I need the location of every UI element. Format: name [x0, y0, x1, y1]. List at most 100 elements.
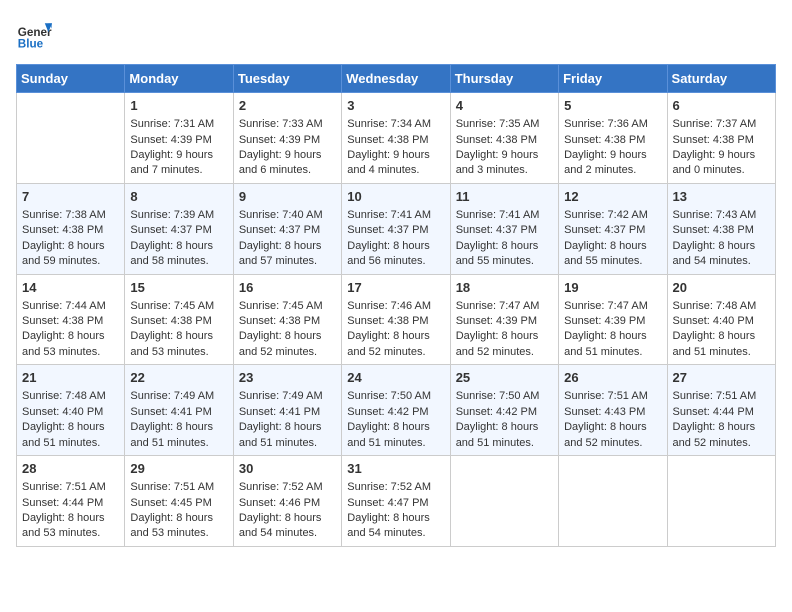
calendar-cell: 18Sunrise: 7:47 AMSunset: 4:39 PMDayligh… — [450, 274, 558, 365]
day-number: 23 — [239, 369, 336, 387]
calendar-cell: 27Sunrise: 7:51 AMSunset: 4:44 PMDayligh… — [667, 365, 775, 456]
day-info-line: Daylight: 8 hours — [347, 329, 444, 344]
day-number: 4 — [456, 97, 553, 115]
calendar-cell: 21Sunrise: 7:48 AMSunset: 4:40 PMDayligh… — [17, 365, 125, 456]
day-info-line: and 51 minutes. — [347, 436, 444, 451]
day-info-line: Sunrise: 7:52 AM — [239, 480, 336, 495]
day-info-line: Sunrise: 7:35 AM — [456, 117, 553, 132]
day-info-line: Sunrise: 7:41 AM — [456, 208, 553, 223]
calendar-cell: 11 Sunrise: 7:41 AMSunset: 4:37 PMDayligh… — [450, 183, 558, 274]
day-info-line: and 52 minutes. — [239, 345, 336, 360]
day-number: 8 — [130, 188, 227, 206]
day-info-line: Sunrise: 7:41 AM — [347, 208, 444, 223]
day-info-line: Daylight: 8 hours — [456, 239, 553, 254]
day-info-line: Daylight: 8 hours — [239, 239, 336, 254]
day-info-line: Daylight: 8 hours — [130, 420, 227, 435]
day-info-line: Sunset: 4:37 PM — [456, 223, 553, 238]
day-info-line: Sunset: 4:39 PM — [456, 314, 553, 329]
day-info-line: and 2 minutes. — [564, 163, 661, 178]
day-number: 13 — [673, 188, 770, 206]
day-info-line: Sunrise: 7:36 AM — [564, 117, 661, 132]
day-info-line: Daylight: 9 hours — [347, 148, 444, 163]
day-info-line: and 52 minutes. — [456, 345, 553, 360]
calendar-week-row: 14Sunrise: 7:44 AMSunset: 4:38 PMDayligh… — [17, 274, 776, 365]
calendar-cell: 17Sunrise: 7:46 AMSunset: 4:38 PMDayligh… — [342, 274, 450, 365]
calendar-cell: 30Sunrise: 7:52 AMSunset: 4:46 PMDayligh… — [233, 456, 341, 547]
day-info-line: Sunset: 4:43 PM — [564, 405, 661, 420]
day-info-line: Daylight: 8 hours — [130, 239, 227, 254]
day-number: 16 — [239, 279, 336, 297]
day-info-line: Daylight: 8 hours — [22, 420, 119, 435]
day-info-line: and 0 minutes. — [673, 163, 770, 178]
day-info-line: and 54 minutes. — [347, 526, 444, 541]
day-info-line: and 7 minutes. — [130, 163, 227, 178]
day-info-line: Sunset: 4:41 PM — [130, 405, 227, 420]
day-info-line: Sunrise: 7:34 AM — [347, 117, 444, 132]
svg-text:Blue: Blue — [18, 38, 44, 51]
calendar-cell: 9Sunrise: 7:40 AMSunset: 4:37 PMDaylight… — [233, 183, 341, 274]
calendar-cell: 15Sunrise: 7:45 AMSunset: 4:38 PMDayligh… — [125, 274, 233, 365]
day-number: 17 — [347, 279, 444, 297]
day-info-line: Sunrise: 7:37 AM — [673, 117, 770, 132]
day-info-line: Daylight: 8 hours — [347, 239, 444, 254]
day-info-line: Sunset: 4:37 PM — [347, 223, 444, 238]
day-info-line: Sunrise: 7:40 AM — [239, 208, 336, 223]
day-info-line: Sunset: 4:37 PM — [564, 223, 661, 238]
calendar-cell: 7Sunrise: 7:38 AMSunset: 4:38 PMDaylight… — [17, 183, 125, 274]
day-info-line: Sunset: 4:41 PM — [239, 405, 336, 420]
day-info-line: and 51 minutes. — [239, 436, 336, 451]
day-info-line: Daylight: 9 hours — [239, 148, 336, 163]
day-info-line: Daylight: 8 hours — [239, 329, 336, 344]
calendar-week-row: 21Sunrise: 7:48 AMSunset: 4:40 PMDayligh… — [17, 365, 776, 456]
day-info-line: and 56 minutes. — [347, 254, 444, 269]
day-number: 10 — [347, 188, 444, 206]
day-info-line: Sunset: 4:39 PM — [239, 133, 336, 148]
day-info-line: and 51 minutes. — [456, 436, 553, 451]
day-info-line: Sunset: 4:38 PM — [22, 223, 119, 238]
calendar-cell: 19Sunrise: 7:47 AMSunset: 4:39 PMDayligh… — [559, 274, 667, 365]
day-info-line: Sunset: 4:47 PM — [347, 496, 444, 511]
day-info-line: Sunrise: 7:47 AM — [456, 299, 553, 314]
day-info-line: Sunset: 4:38 PM — [673, 223, 770, 238]
day-info-line: Daylight: 8 hours — [130, 511, 227, 526]
day-info-line: and 58 minutes. — [130, 254, 227, 269]
day-info-line: Sunrise: 7:38 AM — [22, 208, 119, 223]
day-info-line: Sunset: 4:38 PM — [564, 133, 661, 148]
day-number: 28 — [22, 460, 119, 478]
day-info-line: Daylight: 8 hours — [564, 420, 661, 435]
day-number: 5 — [564, 97, 661, 115]
calendar-cell: 22Sunrise: 7:49 AMSunset: 4:41 PMDayligh… — [125, 365, 233, 456]
day-info-line: Sunrise: 7:51 AM — [130, 480, 227, 495]
day-number: 11 — [456, 188, 553, 206]
day-number: 15 — [130, 279, 227, 297]
weekday-header: Friday — [559, 65, 667, 93]
day-info-line: Daylight: 8 hours — [456, 420, 553, 435]
weekday-header: Monday — [125, 65, 233, 93]
day-info-line: and 53 minutes. — [22, 526, 119, 541]
calendar-week-row: 28Sunrise: 7:51 AMSunset: 4:44 PMDayligh… — [17, 456, 776, 547]
day-info-line: Sunset: 4:38 PM — [456, 133, 553, 148]
weekday-header: Sunday — [17, 65, 125, 93]
day-number: 26 — [564, 369, 661, 387]
day-info-line: Sunset: 4:45 PM — [130, 496, 227, 511]
day-info-line: Sunrise: 7:51 AM — [673, 389, 770, 404]
day-info-line: and 51 minutes. — [130, 436, 227, 451]
day-info-line: Sunrise: 7:51 AM — [22, 480, 119, 495]
day-info-line: Sunset: 4:38 PM — [347, 133, 444, 148]
day-info-line: Sunrise: 7:52 AM — [347, 480, 444, 495]
day-info-line: and 4 minutes. — [347, 163, 444, 178]
day-info-line: Sunrise: 7:51 AM — [564, 389, 661, 404]
calendar-cell: 29Sunrise: 7:51 AMSunset: 4:45 PMDayligh… — [125, 456, 233, 547]
day-info-line: and 55 minutes. — [456, 254, 553, 269]
day-info-line: Daylight: 8 hours — [673, 239, 770, 254]
calendar-cell: 14Sunrise: 7:44 AMSunset: 4:38 PMDayligh… — [17, 274, 125, 365]
day-info-line: and 52 minutes. — [347, 345, 444, 360]
calendar-week-row: 7Sunrise: 7:38 AMSunset: 4:38 PMDaylight… — [17, 183, 776, 274]
day-info-line: and 51 minutes. — [564, 345, 661, 360]
weekday-header-row: SundayMondayTuesdayWednesdayThursdayFrid… — [17, 65, 776, 93]
calendar-cell: 10 Sunrise: 7:41 AMSunset: 4:37 PMDayligh… — [342, 183, 450, 274]
calendar-cell: 31Sunrise: 7:52 AMSunset: 4:47 PMDayligh… — [342, 456, 450, 547]
day-info-line: and 3 minutes. — [456, 163, 553, 178]
day-info-line: Daylight: 8 hours — [347, 420, 444, 435]
day-info-line: Daylight: 8 hours — [22, 329, 119, 344]
